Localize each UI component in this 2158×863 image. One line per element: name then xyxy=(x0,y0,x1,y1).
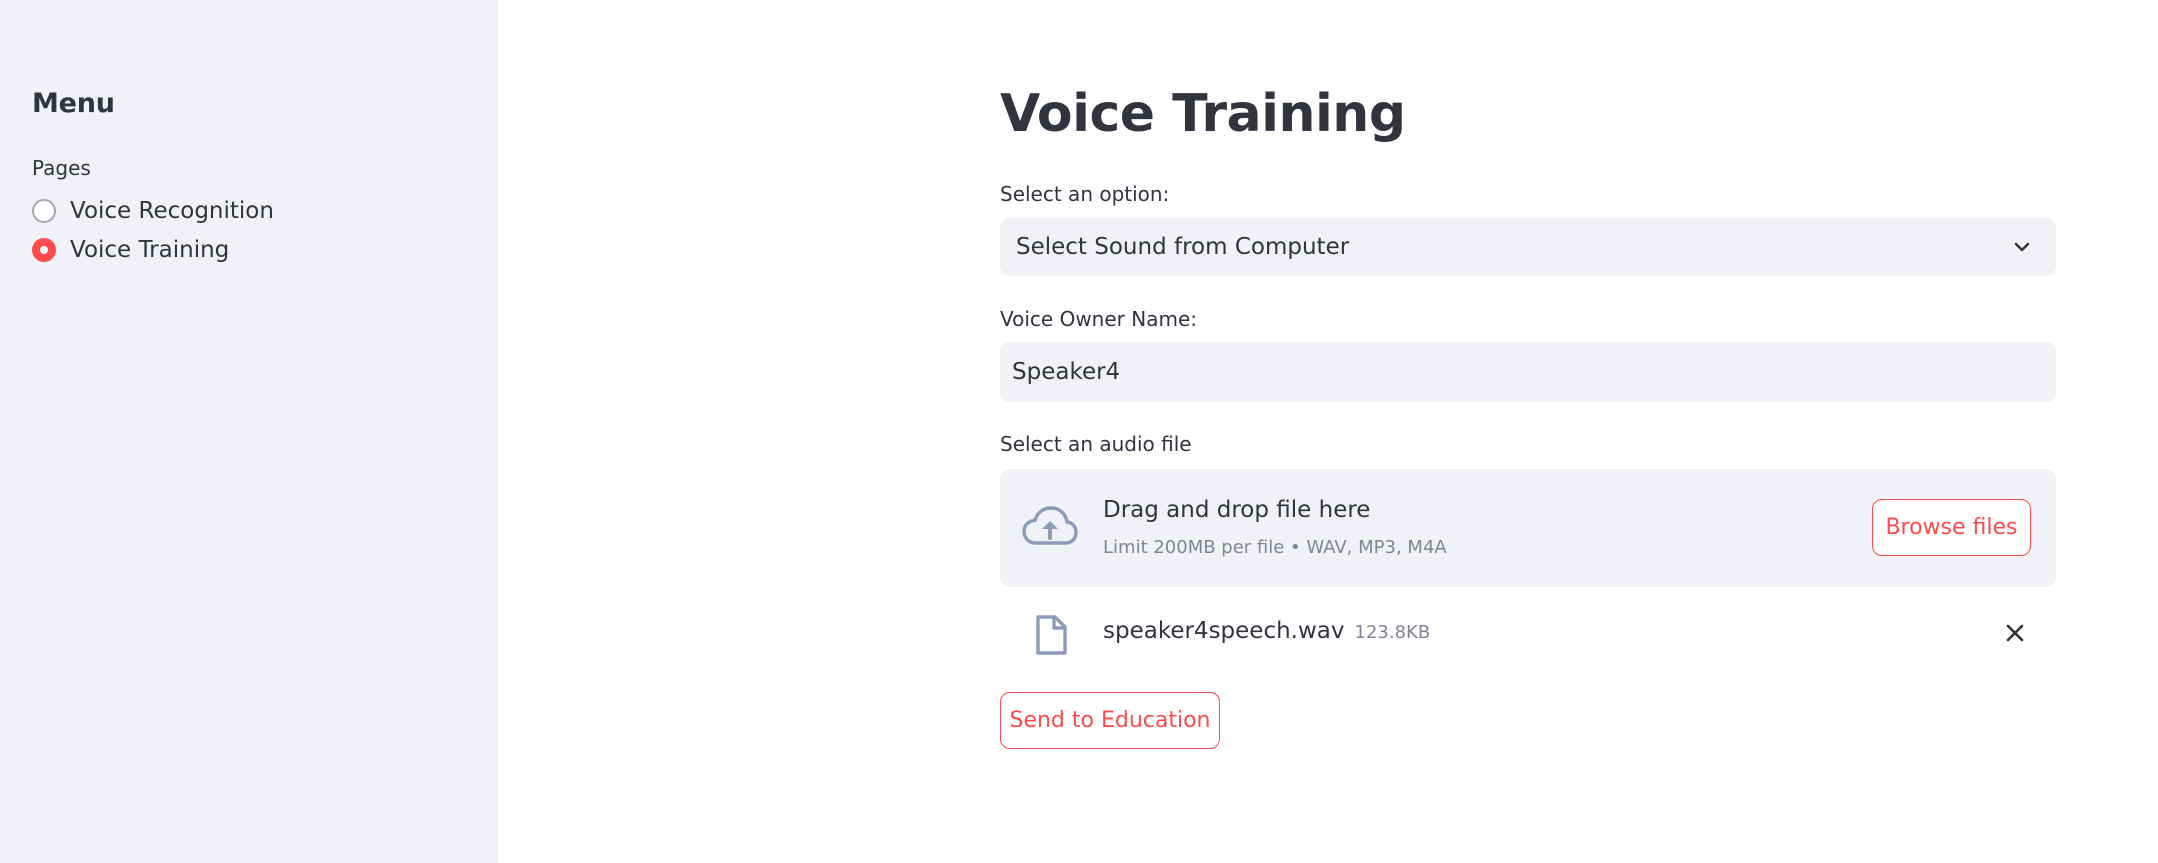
option-select[interactable]: Select Sound from Computer xyxy=(1000,218,2056,276)
option-label: Select an option: xyxy=(1000,182,1170,206)
pages-label: Pages xyxy=(32,156,91,180)
sidebar-item-label: Voice Training xyxy=(70,237,230,263)
uploaded-file-size: 123.8KB xyxy=(1354,622,1431,643)
sidebar-item-label: Voice Recognition xyxy=(70,198,274,224)
chevron-down-icon[interactable] xyxy=(2010,235,2034,259)
radio-unchecked-icon[interactable] xyxy=(32,199,56,223)
dropzone-title: Drag and drop file here xyxy=(1103,497,1371,523)
dropzone-limit-text: Limit 200MB per file • WAV, MP3, M4A xyxy=(1103,537,1447,558)
browse-files-button[interactable]: Browse files xyxy=(1872,499,2031,556)
send-to-education-button[interactable]: Send to Education xyxy=(1000,692,1220,749)
sidebar-item-voice-recognition[interactable]: Voice Recognition xyxy=(32,194,274,228)
owner-name-input[interactable]: Speaker4 xyxy=(1000,342,2056,402)
app-root: Menu Pages Voice Recognition Voice Train… xyxy=(0,0,2158,863)
page-title: Voice Training xyxy=(1000,84,1406,144)
owner-name-label: Voice Owner Name: xyxy=(1000,307,1197,331)
radio-checked-icon[interactable] xyxy=(32,238,56,262)
option-select-value: Select Sound from Computer xyxy=(1016,234,1350,260)
sidebar-title: Menu xyxy=(32,88,115,119)
uploaded-file-row: speaker4speech.wav 123.8KB xyxy=(1000,608,2056,658)
audio-file-label: Select an audio file xyxy=(1000,432,1192,456)
uploaded-file-info: speaker4speech.wav 123.8KB xyxy=(1103,618,1430,644)
uploaded-file-name: speaker4speech.wav xyxy=(1103,618,1345,644)
sidebar-item-voice-training[interactable]: Voice Training xyxy=(32,233,229,267)
file-icon xyxy=(1036,615,1067,655)
sidebar: Menu Pages Voice Recognition Voice Train… xyxy=(0,0,498,863)
close-icon[interactable] xyxy=(2002,620,2028,646)
file-dropzone[interactable]: Drag and drop file here Limit 200MB per … xyxy=(1000,469,2056,587)
cloud-upload-icon xyxy=(1022,506,1078,545)
